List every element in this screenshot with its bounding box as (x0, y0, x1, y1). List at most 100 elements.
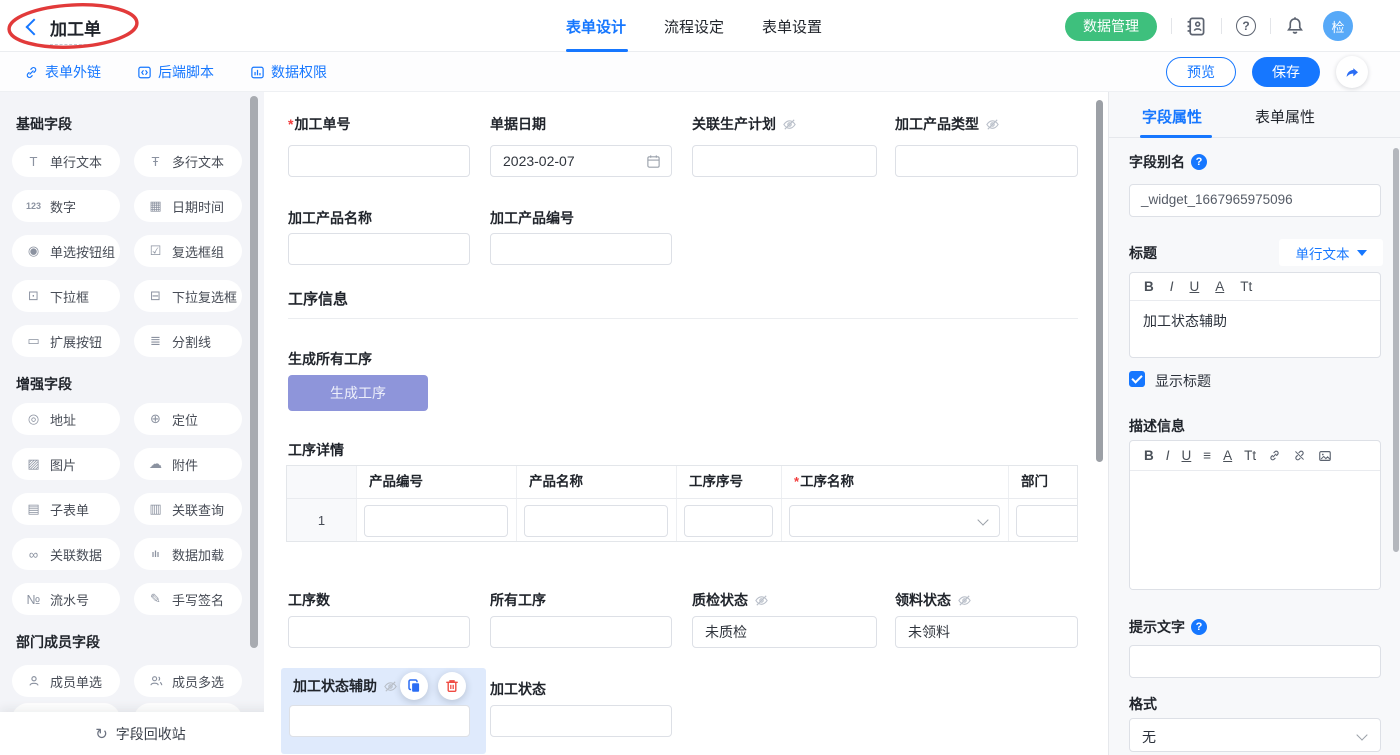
field-pill-image[interactable]: ▨图片 (12, 448, 120, 480)
help-icon[interactable]: ? (1191, 619, 1207, 635)
order-no-input[interactable] (288, 145, 470, 177)
generate-process-button[interactable]: 生成工序 (288, 375, 428, 411)
related-plan-input[interactable] (692, 145, 877, 177)
locate-icon: ⊕ (147, 411, 164, 427)
tab-form-settings[interactable]: 表单设置 (762, 16, 822, 37)
qc-status-input[interactable]: 未质检 (692, 616, 877, 648)
underline-icon[interactable]: U (1182, 448, 1192, 463)
field-pill-multi-dropdown[interactable]: ⊟下拉复选框 (134, 280, 242, 312)
field-pill-multi-line-text[interactable]: Ŧ多行文本 (134, 145, 242, 177)
field-pill-linked-data[interactable]: ∞关联数据 (12, 538, 120, 570)
product-type-input[interactable] (895, 145, 1078, 177)
divider (1221, 18, 1222, 34)
status-aux-input[interactable] (289, 705, 470, 737)
bold-icon[interactable]: B (1144, 279, 1154, 294)
eye-off-icon (754, 593, 769, 608)
share-button[interactable] (1336, 56, 1368, 88)
field-pill-number[interactable]: 123数字 (12, 190, 120, 222)
delete-field-button[interactable] (438, 672, 466, 700)
field-pill-radio-group[interactable]: ◉单选按钮组 (12, 235, 120, 267)
field-pill-subform[interactable]: ▤子表单 (12, 493, 120, 525)
data-permission[interactable]: 数据权限 (250, 62, 327, 82)
field-pill-signature[interactable]: ✎手写签名 (134, 583, 242, 615)
field-all-proc-label: 所有工序 (490, 590, 546, 610)
subform-proc-name-select[interactable] (789, 505, 1000, 537)
unlink-icon[interactable] (1293, 449, 1306, 462)
status-input[interactable] (490, 705, 672, 737)
backend-script[interactable]: 后端脚本 (137, 62, 214, 82)
format-label: 格式 (1129, 694, 1157, 714)
title-editor-content[interactable]: 加工状态辅助 (1130, 301, 1380, 331)
subform-department-input[interactable] (1016, 505, 1078, 537)
subform-product-no-input[interactable] (364, 505, 508, 537)
proc-count-input[interactable] (288, 616, 470, 648)
tab-form-properties[interactable]: 表单属性 (1255, 106, 1315, 127)
help-icon[interactable]: ? (1191, 154, 1207, 170)
field-pill-address[interactable]: ◎地址 (12, 403, 120, 435)
bold-icon[interactable]: B (1144, 448, 1154, 463)
format-select[interactable]: 无 (1129, 718, 1381, 752)
panel-scrollbar[interactable] (1393, 148, 1399, 552)
tab-flow-settings[interactable]: 流程设定 (664, 16, 724, 37)
tab-field-properties[interactable]: 字段属性 (1142, 106, 1202, 127)
calendar-icon: ▦ (147, 198, 164, 214)
copy-field-button[interactable] (400, 672, 428, 700)
font-color-icon[interactable]: A (1215, 279, 1224, 294)
alias-input[interactable]: _widget_1667965975096 (1129, 184, 1381, 217)
product-name-input[interactable] (288, 233, 470, 265)
title-label: 标题 (1129, 243, 1157, 263)
bell-icon[interactable] (1285, 16, 1305, 36)
field-type-select[interactable]: 单行文本 (1279, 239, 1383, 266)
subform-proc-seq-input[interactable] (684, 505, 773, 537)
field-pill-single-line-text[interactable]: T单行文本 (12, 145, 120, 177)
sidebar-scrollbar[interactable] (250, 96, 258, 648)
canvas-scrollbar[interactable] (1096, 100, 1103, 462)
avatar[interactable]: 检 (1323, 11, 1353, 41)
show-title-checkbox[interactable] (1129, 371, 1145, 387)
font-size-icon[interactable]: Tt (1244, 448, 1256, 463)
align-icon[interactable]: ≡ (1203, 448, 1211, 463)
pick-status-input[interactable]: 未领料 (895, 616, 1078, 648)
field-pill-linked-query[interactable]: ▥关联查询 (134, 493, 242, 525)
bar-chart-icon: ılı (147, 549, 164, 559)
field-pill-datetime[interactable]: ▦日期时间 (134, 190, 242, 222)
product-no-input[interactable] (490, 233, 672, 265)
section-basic-fields: 基础字段 (16, 114, 72, 134)
field-pill-attachment[interactable]: ☁附件 (134, 448, 242, 480)
data-manage-button[interactable]: 数据管理 (1065, 12, 1157, 41)
field-pill-member-single[interactable]: 成员单选 (12, 665, 120, 697)
field-pill-serial-number[interactable]: №流水号 (12, 583, 120, 615)
field-pill-location[interactable]: ⊕定位 (134, 403, 242, 435)
save-button[interactable]: 保存 (1252, 57, 1320, 87)
section-enhanced-fields: 增强字段 (16, 374, 72, 394)
pen-icon: ✎ (147, 591, 164, 607)
underline-icon[interactable]: U (1190, 279, 1200, 294)
help-icon[interactable]: ? (1236, 16, 1256, 36)
doc-date-input[interactable]: 2023-02-07 (490, 145, 672, 177)
form-external-link[interactable]: 表单外链 (24, 62, 101, 82)
font-size-icon[interactable]: Tt (1240, 279, 1252, 294)
address-book-icon[interactable] (1186, 16, 1207, 37)
field-pill-data-load[interactable]: ılı数据加载 (134, 538, 242, 570)
preview-button[interactable]: 预览 (1166, 57, 1236, 87)
description-editor[interactable]: B I U ≡ A Tt (1129, 440, 1381, 590)
link-icon[interactable] (1268, 449, 1281, 462)
field-pill-member-multi[interactable]: 成员多选 (134, 665, 242, 697)
italic-icon[interactable]: I (1166, 448, 1170, 463)
image-icon[interactable] (1318, 449, 1332, 463)
subform-product-name-input[interactable] (524, 505, 668, 537)
field-pill-checkbox-group[interactable]: ☑复选框组 (134, 235, 242, 267)
font-color-icon[interactable]: A (1223, 448, 1232, 463)
field-recycle-bin[interactable]: ↻ 字段回收站 (0, 712, 281, 755)
description-editor-content[interactable] (1130, 471, 1380, 589)
checkbox-icon: ☑ (147, 243, 164, 259)
copy-icon (406, 678, 422, 694)
field-pill-dropdown[interactable]: ⊡下拉框 (12, 280, 120, 312)
serial-icon: № (25, 592, 42, 607)
italic-icon[interactable]: I (1170, 279, 1174, 294)
tab-form-design[interactable]: 表单设计 (566, 16, 626, 37)
field-pill-divider[interactable]: ≣分割线 (134, 325, 242, 357)
all-proc-input[interactable] (490, 616, 672, 648)
hint-input[interactable] (1129, 645, 1381, 678)
field-pill-extend-button[interactable]: ▭扩展按钮 (12, 325, 120, 357)
